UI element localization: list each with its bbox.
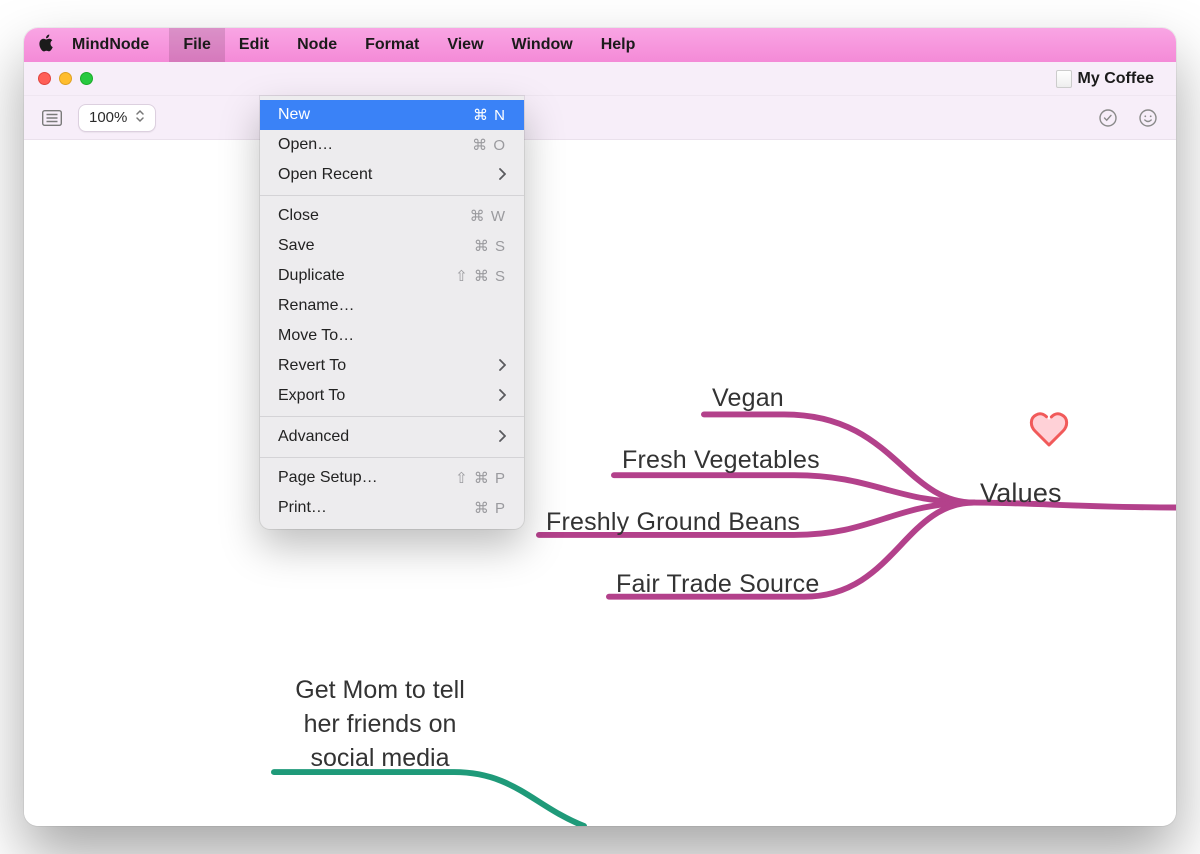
file-menu-save[interactable]: Save ⌘ S: [260, 231, 524, 261]
file-menu-page-setup[interactable]: Page Setup… ⇧ ⌘ P: [260, 463, 524, 493]
outline-toggle-button[interactable]: [38, 104, 66, 132]
document-title-text: My Coffee: [1078, 70, 1154, 88]
menu-node[interactable]: Node: [283, 28, 351, 62]
apple-menu-icon[interactable]: [38, 34, 54, 57]
node-freshly-ground-beans[interactable]: Freshly Ground Beans: [546, 508, 800, 537]
file-menu-advanced[interactable]: Advanced: [260, 422, 524, 452]
chevron-right-icon: [498, 429, 506, 445]
mindmap-canvas[interactable]: Values Vegan Fresh Vegetables Freshly Gr…: [24, 140, 1176, 826]
chevron-right-icon: [498, 358, 506, 374]
menu-item-label: Page Setup…: [278, 469, 378, 487]
menu-item-shortcut: ⌘ P: [474, 499, 506, 517]
app-name[interactable]: MindNode: [72, 36, 149, 54]
menu-item-label: Open Recent: [278, 166, 372, 184]
menu-item-shortcut: ⌘ N: [473, 106, 506, 124]
chevron-right-icon: [498, 388, 506, 404]
menu-item-label: Close: [278, 207, 319, 225]
window-titlebar: My Coffee: [24, 62, 1176, 96]
menubar: MindNode FileEditNodeFormatViewWindowHel…: [24, 28, 1176, 62]
menu-item-label: Advanced: [278, 428, 349, 446]
menu-help[interactable]: Help: [587, 28, 650, 62]
file-menu-export-to[interactable]: Export To: [260, 381, 524, 411]
file-menu-open-recent[interactable]: Open Recent: [260, 160, 524, 190]
node-values[interactable]: Values: [980, 478, 1062, 509]
file-menu-move-to[interactable]: Move To…: [260, 321, 524, 351]
app-window: MindNode FileEditNodeFormatViewWindowHel…: [24, 28, 1176, 826]
stickers-button[interactable]: [1134, 104, 1162, 132]
menu-separator: [260, 195, 524, 196]
menu-item-shortcut: ⌘ S: [474, 237, 506, 255]
menu-item-label: Rename…: [278, 297, 354, 315]
heart-icon: [1029, 412, 1069, 453]
menu-view[interactable]: View: [433, 28, 497, 62]
node-social-media[interactable]: Get Mom to tell her friends on social me…: [275, 674, 485, 775]
menu-separator: [260, 457, 524, 458]
menu-item-shortcut: ⇧ ⌘ P: [455, 469, 506, 487]
zoom-value: 100%: [89, 109, 127, 126]
menu-item-label: Revert To: [278, 357, 346, 375]
menu-item-label: Move To…: [278, 327, 354, 345]
window-controls: [38, 72, 93, 85]
menu-item-label: New: [278, 106, 310, 124]
menu-separator: [260, 416, 524, 417]
menu-item-label: Print…: [278, 499, 327, 517]
menu-item-shortcut: ⇧ ⌘ S: [455, 267, 506, 285]
toolbar: 100%: [24, 96, 1176, 140]
tasks-button[interactable]: [1094, 104, 1122, 132]
file-menu-revert-to[interactable]: Revert To: [260, 351, 524, 381]
close-window-icon[interactable]: [38, 72, 51, 85]
node-fair-trade-source[interactable]: Fair Trade Source: [616, 570, 820, 599]
file-menu-duplicate[interactable]: Duplicate ⇧ ⌘ S: [260, 261, 524, 291]
document-file-icon: [1056, 70, 1072, 88]
menu-format[interactable]: Format: [351, 28, 433, 62]
zoom-selector[interactable]: 100%: [78, 104, 156, 132]
node-vegan[interactable]: Vegan: [712, 384, 784, 413]
file-menu-close[interactable]: Close ⌘ W: [260, 201, 524, 231]
menu-item-label: Save: [278, 237, 314, 255]
menu-item-label: Duplicate: [278, 267, 345, 285]
chevron-right-icon: [498, 167, 506, 183]
menu-item-label: Open…: [278, 136, 333, 154]
document-title[interactable]: My Coffee: [1048, 68, 1162, 90]
file-menu-print[interactable]: Print… ⌘ P: [260, 493, 524, 523]
minimize-window-icon[interactable]: [59, 72, 72, 85]
fullscreen-window-icon[interactable]: [80, 72, 93, 85]
menu-item-label: Export To: [278, 387, 345, 405]
node-social-media-text: Get Mom to tell her friends on social me…: [295, 676, 465, 772]
file-menu-rename[interactable]: Rename…: [260, 291, 524, 321]
menu-item-shortcut: ⌘ O: [472, 136, 506, 154]
menu-file[interactable]: File: [169, 28, 225, 62]
menu-item-shortcut: ⌘ W: [470, 207, 506, 225]
file-menu-new[interactable]: New ⌘ N: [260, 100, 524, 130]
menu-window[interactable]: Window: [498, 28, 587, 62]
stepper-icon: [135, 108, 145, 128]
file-menu-open[interactable]: Open… ⌘ O: [260, 130, 524, 160]
node-fresh-vegetables[interactable]: Fresh Vegetables: [622, 446, 820, 475]
menu-edit[interactable]: Edit: [225, 28, 283, 62]
file-menu-dropdown: New ⌘ N Open… ⌘ O Open Recent Close ⌘ W Save ⌘ S…: [260, 96, 524, 529]
